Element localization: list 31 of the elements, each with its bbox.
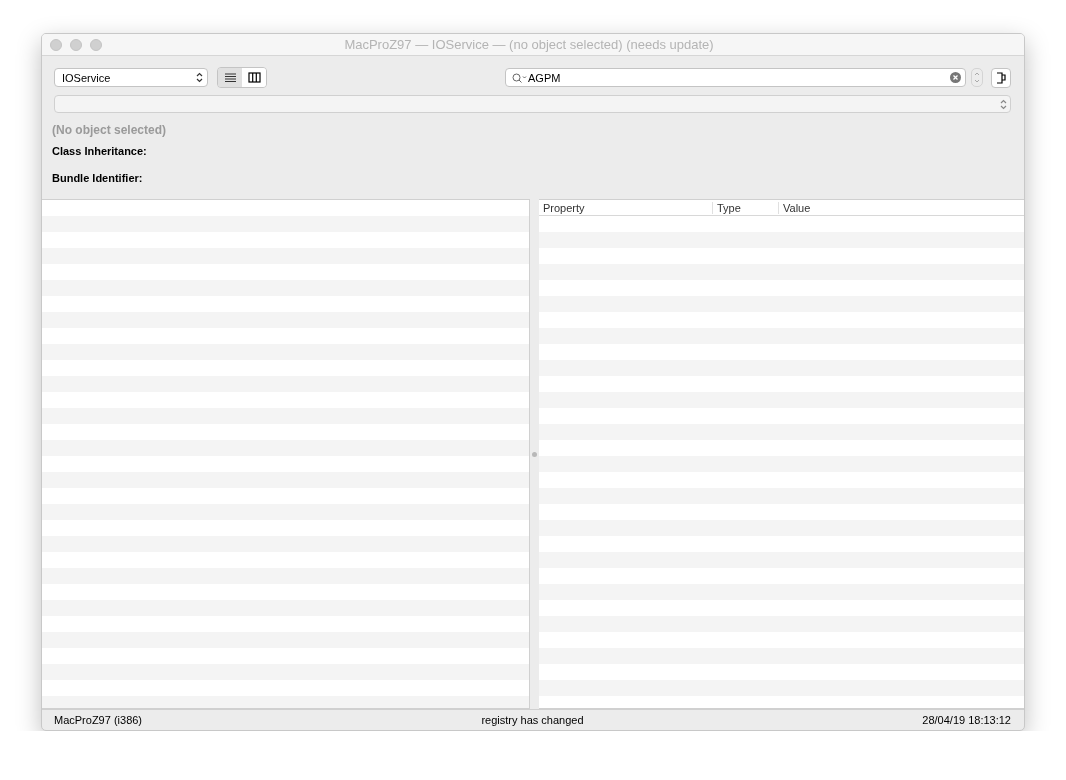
- search-icon: [512, 72, 528, 83]
- inspector-button[interactable]: [991, 67, 1011, 88]
- status-text: MacProZ97 (i386): [54, 714, 144, 726]
- list-icon: [223, 72, 237, 83]
- field-label: Class Inheritance:: [52, 145, 147, 157]
- updown-arrows-icon: [196, 72, 203, 83]
- minimize-button[interactable]: [70, 38, 82, 51]
- window-title: MacProZ97 — IOService — (no object selected) (needs update): [343, 37, 715, 52]
- zoom-button[interactable]: [90, 38, 102, 51]
- object-heading: (No object selected): [52, 123, 168, 137]
- search-input[interactable]: AGPM: [528, 71, 950, 84]
- updown-arrows-icon: [1000, 98, 1007, 110]
- columns-view-button[interactable]: [242, 68, 266, 87]
- search-field[interactable]: AGPM: [505, 68, 966, 87]
- panel-icon: [995, 71, 1007, 84]
- status-text: registry has changed: [480, 714, 585, 726]
- field-label: Bundle Identifier:: [52, 172, 143, 184]
- clear-icon[interactable]: [950, 72, 961, 83]
- split-handle[interactable]: [532, 451, 537, 457]
- plane-popup[interactable]: IOService: [54, 68, 208, 87]
- list-view-button[interactable]: [218, 68, 242, 87]
- column-header[interactable]: Value: [779, 201, 811, 214]
- updown-arrows-icon: [974, 71, 980, 84]
- path-popup[interactable]: [54, 95, 1011, 113]
- status-text: 28/04/19 18:13:12: [921, 714, 1011, 726]
- close-button[interactable]: [50, 38, 62, 51]
- stepper[interactable]: [971, 68, 983, 87]
- column-header[interactable]: Type: [713, 201, 779, 214]
- columns-icon: [247, 72, 261, 83]
- registry-list[interactable]: [42, 199, 530, 709]
- column-header[interactable]: Property: [539, 201, 713, 214]
